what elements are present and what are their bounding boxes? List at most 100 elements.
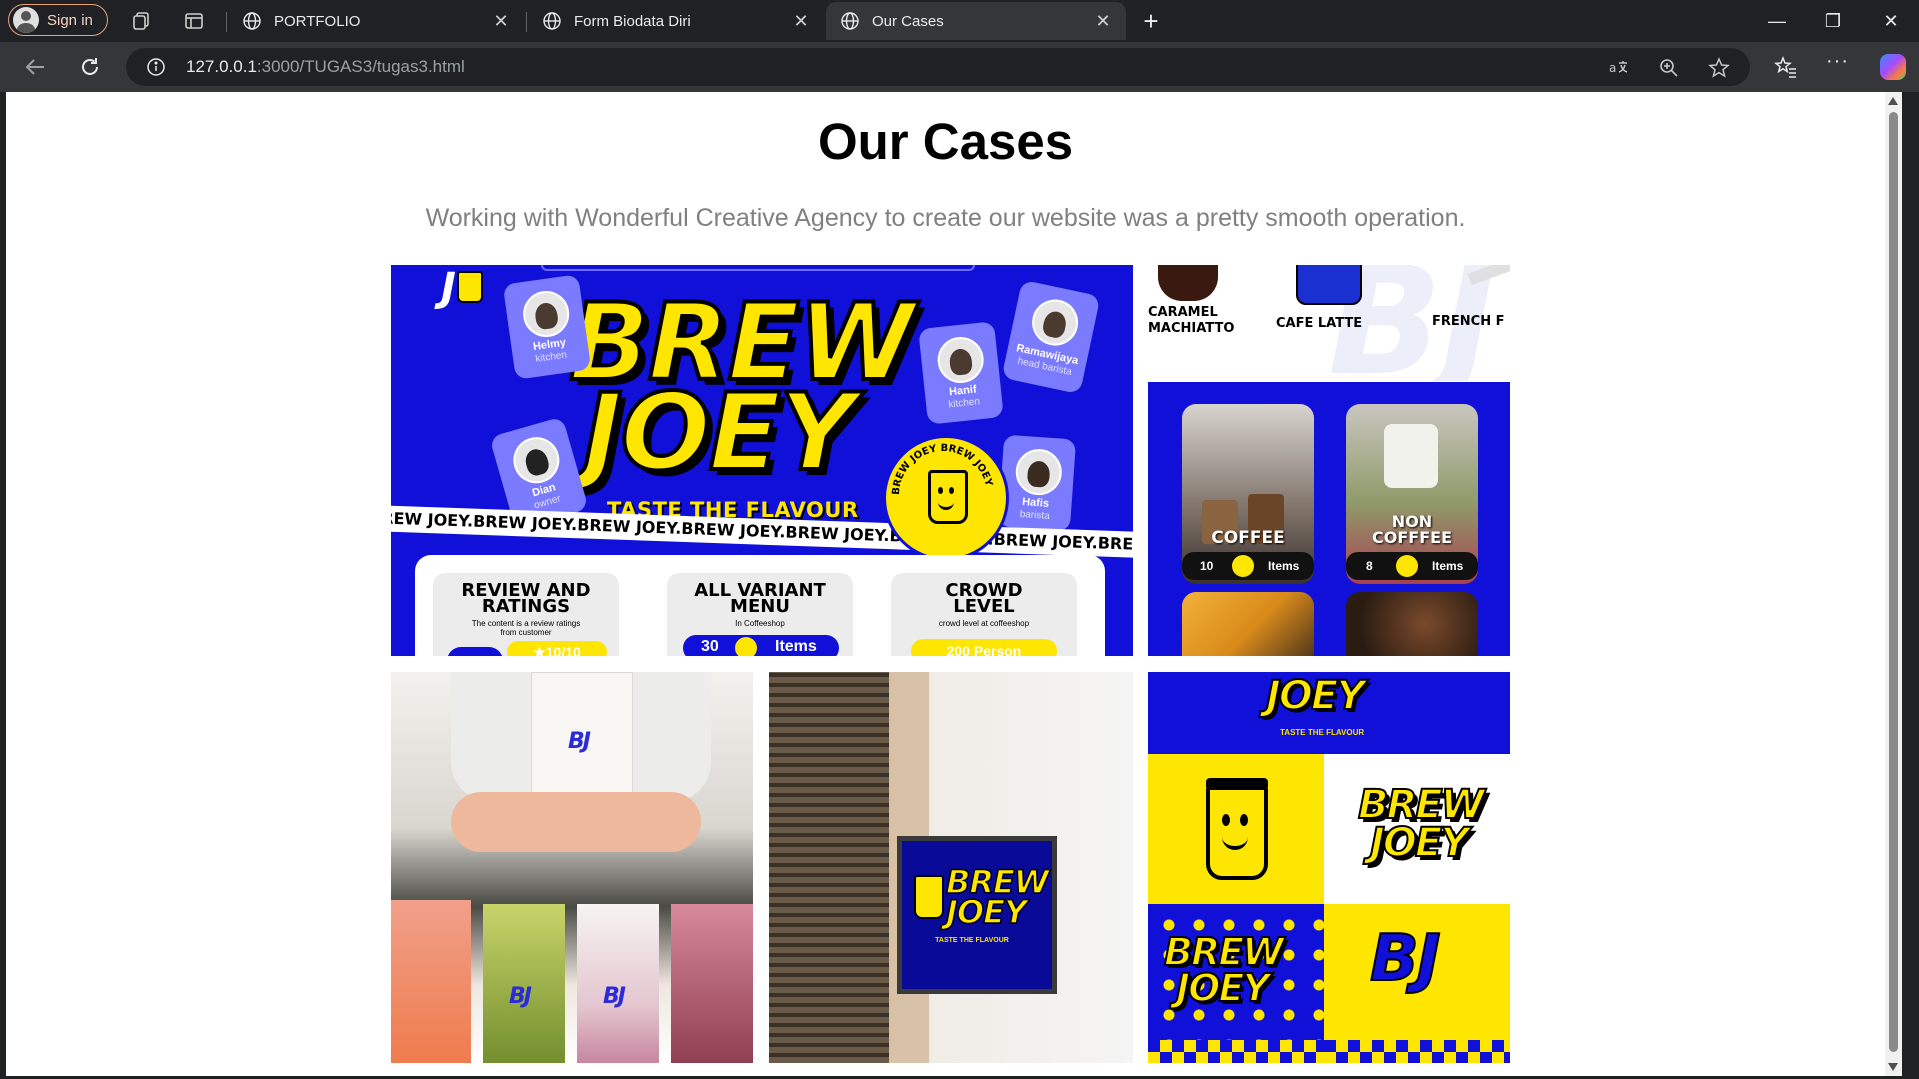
address-bar[interactable]: 127.0.0.1:3000/TUGAS3/tugas3.html a bbox=[126, 48, 1750, 86]
cup-mascot-icon bbox=[1206, 778, 1268, 880]
zoom-icon[interactable] bbox=[1658, 57, 1680, 79]
hands-image bbox=[451, 792, 701, 852]
feature-desc: The content is a review ratings from cus… bbox=[471, 619, 581, 637]
bj-cup-logo: BJ bbox=[603, 984, 626, 1009]
milk-drink-image bbox=[1384, 424, 1438, 488]
feature-title: REVIEW AND RATINGS bbox=[461, 580, 591, 617]
category-card-non-coffee[interactable]: NON COFFFEE 8 Items bbox=[1346, 404, 1478, 584]
identity-pattern-tile: BREW JOEY bbox=[1148, 904, 1324, 1063]
tab-form-biodata[interactable]: Form Biodata Diri ✕ bbox=[528, 2, 824, 40]
close-tab-icon[interactable]: ✕ bbox=[492, 12, 510, 30]
copilot-icon[interactable] bbox=[1880, 54, 1906, 80]
vertical-scrollbar[interactable] bbox=[1885, 92, 1902, 1076]
menu-item-label: CAFE LATTE bbox=[1276, 316, 1363, 331]
feature-pill: 200 Person bbox=[911, 639, 1057, 656]
brew-joey-seal: BREW JOEY BREW JOEY bbox=[883, 435, 1009, 561]
category-count: 8 bbox=[1366, 559, 1373, 573]
menu-item-label: FRENCH F bbox=[1432, 314, 1505, 329]
scroll-down-arrow-icon[interactable] bbox=[1888, 1063, 1898, 1071]
feature-title: CROWD LEVEL bbox=[945, 580, 1023, 617]
feature-pill-left bbox=[447, 647, 503, 656]
close-window-button[interactable]: ✕ bbox=[1876, 8, 1906, 34]
drink-cup-matcha: BJ bbox=[483, 904, 565, 1063]
new-tab-button[interactable]: + bbox=[1136, 6, 1166, 36]
brand-line-joey: JOEY bbox=[581, 371, 858, 494]
staff-avatar bbox=[520, 288, 573, 340]
svg-text:a: a bbox=[1609, 61, 1616, 75]
tab-separator bbox=[226, 12, 227, 32]
staff-card: Helmy kitchen bbox=[502, 274, 592, 380]
tab-our-cases[interactable]: Our Cases ✕ bbox=[826, 2, 1126, 40]
sign-in-button[interactable]: Sign in bbox=[8, 4, 108, 36]
back-arrow-icon[interactable] bbox=[22, 54, 48, 80]
case-menu-items[interactable]: BJ CARAMEL MACHIATTO CAFE LATTE FRENCH F bbox=[1148, 265, 1510, 381]
feature-pill: ★10/10 bbox=[507, 641, 607, 656]
caramel-drink-image bbox=[1158, 265, 1218, 301]
cup-mascot-icon bbox=[914, 875, 944, 919]
scroll-thumb[interactable] bbox=[1889, 112, 1898, 1052]
category-card-coffee[interactable]: COFFEE 10 Items bbox=[1182, 404, 1314, 584]
identity-logo-tile: BREW JOEY bbox=[1324, 754, 1510, 904]
staff-avatar bbox=[1014, 447, 1064, 497]
close-tab-icon[interactable]: ✕ bbox=[1094, 12, 1112, 30]
tab-separator bbox=[526, 12, 527, 32]
feature-pill-unit: Items bbox=[775, 638, 817, 655]
identity-pattern-line1: BREW bbox=[1163, 930, 1285, 974]
feature-pill: 30 Items bbox=[683, 635, 839, 656]
more-menu-icon[interactable]: ··· bbox=[1826, 50, 1849, 73]
category-name: COFFEE bbox=[1211, 528, 1285, 548]
identity-logo-line1: BREW bbox=[1357, 782, 1486, 828]
globe-icon bbox=[841, 12, 859, 30]
workspaces-icon[interactable] bbox=[130, 10, 152, 32]
staff-card: Hanif kitchen bbox=[918, 321, 1004, 425]
page-viewport: Our Cases Working with Wonderful Creativ… bbox=[6, 92, 1902, 1076]
staff-avatar bbox=[1027, 295, 1083, 350]
dessert-image bbox=[1346, 592, 1478, 656]
close-tab-icon[interactable]: ✕ bbox=[792, 12, 810, 30]
reload-icon[interactable] bbox=[77, 54, 103, 80]
case-brand-identity[interactable]: JOEY TASTE THE FLAVOUR BREW JOEY BREW JO… bbox=[1148, 672, 1510, 1063]
menu-item-label: CARAMEL MACHIATTO bbox=[1148, 305, 1235, 336]
translate-icon[interactable]: a bbox=[1608, 57, 1630, 79]
sign-in-label: Sign in bbox=[47, 11, 93, 29]
feature-card: REVIEW AND RATINGS The content is a revi… bbox=[433, 573, 619, 656]
sign-brand-line2: JOEY bbox=[945, 893, 1028, 931]
minimize-button[interactable]: — bbox=[1762, 8, 1792, 34]
page-subtitle: Working with Wonderful Creative Agency t… bbox=[425, 204, 1466, 232]
drink-cup-berry bbox=[671, 904, 753, 1063]
category-unit: Items bbox=[1268, 559, 1300, 573]
case-brew-joey-website[interactable]: J BREW JOEY TASTE THE FLAVOUR Helmy kitc… bbox=[391, 265, 1133, 656]
url-host: 127.0.0.1 bbox=[186, 57, 257, 76]
case-drinks-photo[interactable]: BJ BJ BJ bbox=[391, 672, 753, 1063]
feature-desc: In Coffeeshop bbox=[735, 619, 785, 628]
drink-cup-pink: BJ bbox=[577, 904, 659, 1063]
scroll-up-arrow-icon[interactable] bbox=[1888, 97, 1898, 105]
identity-top-brand: JOEY bbox=[1265, 673, 1366, 719]
staff-card: Ramawijaya head barista bbox=[1001, 279, 1101, 395]
globe-icon bbox=[543, 12, 561, 30]
feature-card: CROWD LEVEL crowd level at coffeeshop 20… bbox=[891, 573, 1077, 656]
case-menu-categories[interactable]: COFFEE 10 Items NON COFFFEE 8 Items bbox=[1148, 382, 1510, 656]
tab-label: PORTFOLIO bbox=[274, 12, 361, 30]
identity-monogram-tile: BJ bbox=[1324, 904, 1510, 1063]
globe-icon bbox=[243, 12, 261, 30]
favorites-icon[interactable] bbox=[1774, 55, 1798, 79]
tab-actions-icon[interactable] bbox=[183, 10, 205, 32]
url-text[interactable]: 127.0.0.1:3000/TUGAS3/tugas3.html bbox=[186, 57, 465, 77]
tab-label: Our Cases bbox=[872, 12, 944, 30]
tab-portfolio[interactable]: PORTFOLIO ✕ bbox=[228, 2, 524, 40]
category-count-bar: 8 Items bbox=[1346, 552, 1478, 580]
restore-button[interactable]: ❐ bbox=[1818, 8, 1848, 34]
category-unit: Items bbox=[1432, 559, 1464, 573]
sign-tagline: TASTE THE FLAVOUR bbox=[935, 937, 1009, 944]
site-info-icon[interactable] bbox=[146, 57, 166, 77]
bj-cup-logo-icon: J bbox=[441, 265, 489, 313]
category-count: 10 bbox=[1200, 559, 1214, 573]
case-shop-sign-photo[interactable]: BREW JOEY TASTE THE FLAVOUR bbox=[769, 672, 1133, 1063]
identity-monogram: BJ bbox=[1369, 921, 1442, 997]
latte-cup-image bbox=[1296, 265, 1362, 305]
favorite-star-icon[interactable] bbox=[1708, 57, 1730, 79]
category-count-bar: 10 Items bbox=[1182, 552, 1314, 580]
category-name: NON COFFFEE bbox=[1372, 512, 1452, 547]
fries-image bbox=[1182, 592, 1314, 656]
